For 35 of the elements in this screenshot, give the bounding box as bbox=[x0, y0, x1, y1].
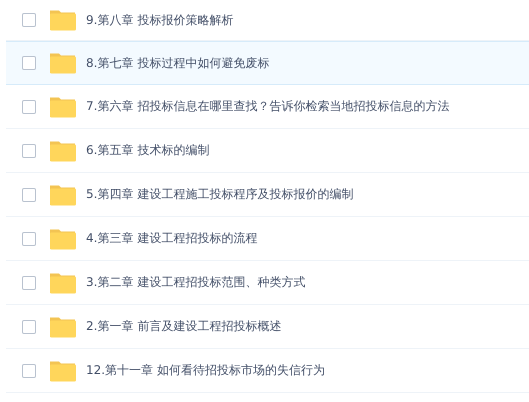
file-row[interactable]: 4.第三章 建设工程招投标的流程 bbox=[6, 217, 529, 261]
folder-name[interactable]: 7.第六章 招投标信息在哪里查找？告诉你检索当地招投标信息的方法 bbox=[86, 98, 450, 115]
checkbox[interactable] bbox=[22, 232, 36, 246]
folder-icon bbox=[49, 360, 76, 382]
checkbox[interactable] bbox=[22, 13, 36, 27]
checkbox[interactable] bbox=[22, 276, 36, 290]
file-row[interactable]: 7.第六章 招投标信息在哪里查找？告诉你检索当地招投标信息的方法 bbox=[6, 85, 529, 129]
folder-name[interactable]: 9.第八章 投标报价策略解析 bbox=[86, 12, 234, 28]
folder-name[interactable]: 4.第三章 建设工程招投标的流程 bbox=[86, 230, 258, 247]
folder-icon bbox=[49, 140, 76, 162]
folder-icon bbox=[49, 272, 76, 294]
file-row[interactable]: 2.第一章 前言及建设工程招投标概述 bbox=[6, 305, 529, 349]
checkbox[interactable] bbox=[22, 320, 36, 334]
folder-icon bbox=[49, 9, 76, 31]
folder-name[interactable]: 8.第七章 投标过程中如何避免废标 bbox=[86, 54, 270, 72]
folder-icon bbox=[49, 316, 76, 338]
checkbox[interactable] bbox=[22, 188, 36, 202]
folder-name[interactable]: 6.第五章 技术标的编制 bbox=[86, 142, 210, 159]
folder-icon bbox=[49, 184, 76, 206]
file-row[interactable]: 6.第五章 技术标的编制 bbox=[6, 129, 529, 173]
file-row[interactable]: 5.第四章 建设工程施工投标程序及投标报价的编制 bbox=[6, 173, 529, 217]
file-row[interactable]: 8.第七章 投标过程中如何避免废标 bbox=[6, 41, 529, 85]
folder-name[interactable]: 5.第四章 建设工程施工投标程序及投标报价的编制 bbox=[86, 186, 354, 203]
file-row[interactable]: 3.第二章 建设工程招投标范围、种类方式 bbox=[6, 261, 529, 305]
checkbox[interactable] bbox=[22, 364, 36, 378]
folder-icon bbox=[49, 52, 76, 74]
checkbox[interactable] bbox=[22, 100, 36, 114]
file-row[interactable]: 12.第十一章 如何看待招投标市场的失信行为 bbox=[6, 349, 529, 393]
checkbox[interactable] bbox=[22, 144, 36, 158]
folder-icon bbox=[49, 96, 76, 118]
checkbox[interactable] bbox=[22, 56, 36, 70]
folder-name[interactable]: 2.第一章 前言及建设工程招投标概述 bbox=[86, 318, 282, 335]
folder-name[interactable]: 12.第十一章 如何看待招投标市场的失信行为 bbox=[86, 362, 325, 379]
folder-icon bbox=[49, 228, 76, 250]
folder-name[interactable]: 3.第二章 建设工程招投标范围、种类方式 bbox=[86, 274, 306, 291]
